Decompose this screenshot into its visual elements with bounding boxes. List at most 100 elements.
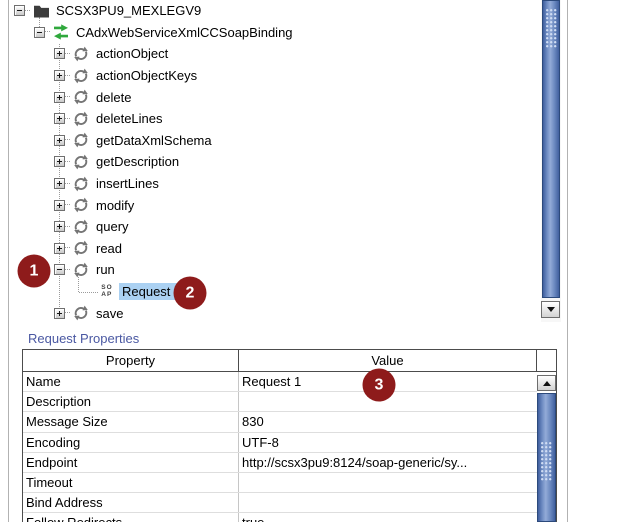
tree-scrollbar-thumb[interactable] bbox=[542, 0, 560, 298]
callout-1: 1 bbox=[17, 254, 51, 288]
operation-refresh-icon bbox=[73, 68, 89, 84]
operation-refresh-icon bbox=[73, 262, 89, 278]
tree-item-query[interactable]: query bbox=[0, 216, 541, 238]
property-name-cell[interactable]: Message Size bbox=[23, 412, 239, 432]
callout-3: 3 bbox=[362, 368, 396, 402]
tree-item-actionobjectkeys[interactable]: actionObjectKeys bbox=[0, 65, 541, 87]
tree-connector-stub bbox=[65, 117, 70, 120]
toggle-plus-icon[interactable] bbox=[54, 307, 65, 319]
property-row-description[interactable]: Description bbox=[23, 392, 537, 413]
operation-refresh-icon bbox=[73, 219, 89, 235]
tree-item-cadxwebservicexmlccsoapbinding[interactable]: CAdxWebServiceXmlCCSoapBinding bbox=[0, 22, 541, 44]
tree-item-read[interactable]: read bbox=[0, 238, 541, 260]
toggle-minus-icon[interactable] bbox=[14, 5, 25, 17]
property-row-endpoint[interactable]: Endpoint http://scsx3pu9:8124/soap-generi… bbox=[23, 452, 537, 473]
toggle-plus-icon[interactable] bbox=[54, 70, 65, 82]
property-name-cell[interactable]: Endpoint bbox=[23, 452, 239, 472]
property-value-cell[interactable]: 830 bbox=[239, 412, 537, 431]
property-row-encoding[interactable]: Encoding UTF-8 bbox=[23, 432, 537, 453]
tree-item-label: actionObject bbox=[96, 46, 169, 62]
panel-border-right bbox=[567, 0, 568, 522]
operation-refresh-icon bbox=[73, 305, 89, 321]
scrollbar-header-cell bbox=[537, 350, 556, 372]
table-header-row: Property Value bbox=[23, 350, 537, 372]
tree-item-getdescription[interactable]: getDescription bbox=[0, 151, 541, 173]
property-value-cell[interactable]: true bbox=[239, 513, 537, 522]
property-row-follow-redirects[interactable]: Follow Redirectstrue bbox=[23, 513, 537, 522]
toggle-plus-icon[interactable] bbox=[54, 221, 65, 233]
tree-item-label: CAdxWebServiceXmlCCSoapBinding bbox=[76, 24, 293, 40]
tree-connector-stub bbox=[65, 247, 70, 249]
tree-item-label: SCSX3PU9_MEXLEGV9 bbox=[56, 3, 202, 19]
tree-connector-stub bbox=[65, 139, 70, 141]
tree-item-label: query bbox=[96, 219, 129, 235]
arrow-up-icon bbox=[542, 380, 551, 386]
properties-grid: Property Value Name Request 1 Description M… bbox=[23, 350, 537, 522]
tree-item-label: insertLines bbox=[96, 176, 159, 192]
toggle-plus-icon[interactable] bbox=[54, 199, 65, 211]
property-name-cell[interactable]: Description bbox=[23, 392, 239, 412]
tree-item-label: actionObjectKeys bbox=[96, 68, 198, 84]
tree-item-request-1[interactable]: SO AP Request 1 bbox=[0, 281, 541, 303]
tree-item-delete[interactable]: delete bbox=[0, 86, 541, 108]
property-row-message-size[interactable]: Message Size 830 bbox=[23, 412, 537, 433]
request-properties-table: Property Value Name Request 1 Description M… bbox=[22, 349, 557, 522]
tree-item-getdataxmlschema[interactable]: getDataXmlSchema bbox=[0, 130, 541, 152]
tree-item-insertlines[interactable]: insertLines bbox=[0, 173, 541, 195]
table-scroll-up-button[interactable] bbox=[537, 375, 556, 391]
toggle-plus-icon[interactable] bbox=[54, 113, 65, 125]
tree-item-scsx3pu9-mexlegv9[interactable]: SCSX3PU9_MEXLEGV9 bbox=[0, 0, 541, 22]
operation-refresh-icon bbox=[73, 197, 89, 213]
tree-rows: SCSX3PU9_MEXLEGV9 CAdxWebServiceXmlCCSoap… bbox=[0, 0, 541, 324]
tree-connector-stub bbox=[65, 52, 70, 55]
tree-item-run[interactable]: run bbox=[0, 259, 541, 281]
table-scrollbar-thumb[interactable] bbox=[537, 393, 556, 522]
arrow-down-icon bbox=[546, 307, 555, 312]
soap-request-icon: SO AP bbox=[101, 284, 113, 298]
property-name-cell[interactable]: Encoding bbox=[23, 432, 239, 452]
property-name-cell[interactable]: Bind Address bbox=[23, 493, 239, 513]
toggle-plus-icon[interactable] bbox=[54, 91, 65, 103]
property-row-timeout[interactable]: Timeout bbox=[23, 472, 537, 494]
scrollbar-grip bbox=[546, 9, 557, 49]
tree-item-save[interactable]: save bbox=[0, 302, 541, 324]
table-body: Name Request 1 Description Message Size 830 E… bbox=[23, 372, 537, 522]
property-value-cell[interactable]: UTF-8 bbox=[239, 433, 537, 452]
property-name-cell[interactable]: Follow Redirects bbox=[23, 513, 239, 522]
tree-connector-stub bbox=[65, 312, 70, 314]
property-value-cell[interactable]: http://scsx3pu9:8124/soap-generic/sy... bbox=[239, 453, 537, 472]
tree-item-label: deleteLines bbox=[96, 111, 163, 127]
toggle-plus-icon[interactable] bbox=[54, 178, 65, 190]
toggle-minus-icon[interactable] bbox=[54, 264, 65, 276]
tree-item-actionobject[interactable]: actionObject bbox=[0, 43, 541, 65]
operation-refresh-icon bbox=[73, 240, 89, 256]
tree-connector-stub bbox=[65, 225, 70, 228]
property-value-cell[interactable] bbox=[239, 493, 537, 512]
tree-vertical-scrollbar[interactable] bbox=[541, 0, 561, 322]
operation-refresh-icon bbox=[73, 154, 89, 170]
property-row-name[interactable]: Name Request 1 bbox=[23, 372, 537, 393]
toggle-plus-icon[interactable] bbox=[54, 48, 65, 60]
property-name-cell[interactable]: Name bbox=[23, 372, 239, 392]
service-navigator-tree: SCSX3PU9_MEXLEGV9 CAdxWebServiceXmlCCSoap… bbox=[0, 0, 561, 326]
toggle-plus-icon[interactable] bbox=[54, 242, 65, 254]
table-vertical-scrollbar[interactable] bbox=[537, 350, 556, 522]
tree-connector-stub bbox=[65, 96, 70, 98]
toggle-minus-icon[interactable] bbox=[34, 26, 45, 38]
tree-item-label: modify bbox=[96, 197, 135, 213]
property-row-bind-address[interactable]: Bind Address bbox=[23, 493, 537, 514]
property-column-header[interactable]: Property bbox=[23, 350, 239, 371]
operation-refresh-icon bbox=[73, 111, 89, 127]
tree-item-label: run bbox=[96, 262, 115, 278]
tree-item-deletelines[interactable]: deleteLines bbox=[0, 108, 541, 130]
tree-connector-stub bbox=[65, 160, 70, 163]
tree-scroll-down-button[interactable] bbox=[541, 301, 560, 318]
value-column-header[interactable]: Value bbox=[239, 350, 537, 371]
operation-refresh-icon bbox=[73, 89, 89, 105]
toggle-plus-icon[interactable] bbox=[54, 134, 65, 146]
property-value-cell[interactable] bbox=[239, 473, 537, 492]
property-name-cell[interactable]: Timeout bbox=[23, 472, 239, 493]
toggle-plus-icon[interactable] bbox=[54, 156, 65, 168]
tree-item-modify[interactable]: modify bbox=[0, 194, 541, 216]
tree-connector-stub bbox=[45, 31, 50, 33]
